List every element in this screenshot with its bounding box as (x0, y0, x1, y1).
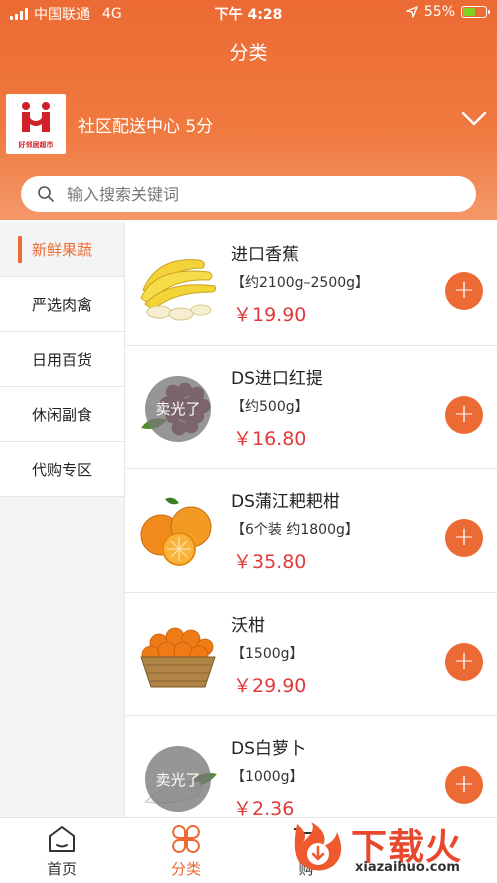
sold-out-badge: 卖光了 (145, 375, 211, 442)
product-spec: 【6个装 约1800g】 (231, 522, 359, 538)
product-name: DS进口红提 (231, 368, 323, 389)
product-item[interactable]: 卖光了 DS白萝卜 【1000g】 ￥2.36 + (125, 716, 497, 817)
flame-logo-icon (294, 822, 342, 871)
status-bar: 中国联通 4G 下午 4:28 55% (0, 0, 497, 24)
sidebar-item-purchasing[interactable]: 代购专区 (0, 442, 124, 497)
product-name: 进口香蕉 (231, 245, 299, 265)
sold-out-badge: 卖光了 (145, 746, 211, 812)
add-to-cart-button[interactable]: + (445, 766, 483, 804)
product-price: ￥16.80 (233, 427, 307, 450)
location-arrow-icon (406, 6, 418, 18)
add-to-cart-button[interactable]: + (445, 642, 483, 681)
category-sidebar: 新鲜果蔬 严选肉禽 日用百货 休闲副食 代购专区 (0, 222, 125, 817)
search-icon (38, 186, 54, 202)
header: 中国联通 4G 下午 4:28 55% 分类 好邻居超市 社区配送中心 5分 (0, 0, 497, 220)
sidebar-item-meat-poultry[interactable]: 严选肉禽 (0, 277, 124, 332)
page-title: 分类 (229, 42, 268, 64)
sidebar-item-label: 休闲副食 (31, 405, 92, 424)
product-spec: 【1500g】 (231, 645, 304, 662)
battery-icon (461, 6, 490, 18)
sidebar-item-label: 新鲜果蔬 (31, 240, 92, 259)
tab-home[interactable]: 首页 (22, 824, 102, 879)
product-item[interactable]: 卖光了 DS进口红提 【约500g】 ￥16.80 + (125, 346, 497, 469)
product-price: ￥35.80 (233, 551, 307, 573)
product-spec: 【约2100g–2500g】 (231, 275, 370, 291)
watermark: 下载火 xiazaihuo.com (289, 818, 489, 880)
banana-image (140, 259, 216, 321)
sidebar-item-label: 严选肉禽 (31, 295, 92, 314)
product-price: ￥2.36 (233, 798, 295, 817)
product-name: 沃柑 (231, 615, 265, 636)
product-list[interactable]: 进口香蕉 【约2100g–2500g】 ￥19.90 + 卖光了 DS进口红提 … (125, 222, 497, 817)
mandarin-basket-image (140, 627, 216, 687)
search-input[interactable] (67, 176, 457, 212)
store-logo: 好邻居超市 (6, 94, 66, 154)
product-spec: 【约500g】 (231, 398, 309, 415)
tab-category-label: 分类 (170, 860, 201, 878)
tab-category[interactable]: 分类 (146, 824, 226, 879)
orange-image (140, 497, 212, 566)
product-item[interactable]: DS蒲江耙耙柑 【6个装 约1800g】 ￥35.80 + (125, 469, 497, 593)
product-price: ￥19.90 (233, 304, 307, 326)
product-name: DS白萝卜 (231, 739, 306, 759)
tab-home-label: 首页 (46, 860, 77, 878)
sidebar-item-snacks[interactable]: 休闲副食 (0, 387, 124, 442)
product-item[interactable]: 进口香蕉 【约2100g–2500g】 ￥19.90 + (125, 222, 497, 346)
sidebar-item-label: 日用百货 (31, 350, 92, 369)
product-spec: 【1000g】 (231, 769, 304, 785)
sidebar-item-fresh-produce[interactable]: 新鲜果蔬 (0, 222, 124, 277)
search-bar[interactable] (21, 176, 476, 212)
product-name: DS蒲江耙耙柑 (231, 492, 340, 512)
battery-percent: 55% (423, 4, 455, 20)
sidebar-item-label: 代购专区 (31, 460, 92, 479)
home-icon (49, 826, 75, 852)
add-to-cart-button[interactable]: + (445, 272, 483, 310)
store-selector[interactable]: 好邻居超市 社区配送中心 5分 (6, 94, 491, 154)
sidebar-item-daily-goods[interactable]: 日用百货 (0, 332, 124, 387)
product-price: ￥29.90 (233, 674, 307, 697)
store-logo-text: 好邻居超市 (18, 141, 54, 149)
add-to-cart-button[interactable]: + (445, 395, 483, 434)
chevron-down-icon[interactable] (461, 110, 487, 128)
store-name: 社区配送中心 5分 (78, 117, 214, 137)
watermark-url: xiazaihuo.com (355, 860, 460, 875)
category-icon (172, 825, 200, 853)
product-item[interactable]: 沃柑 【1500g】 ￥29.90 + (125, 593, 497, 716)
add-to-cart-button[interactable]: + (445, 519, 483, 557)
store-logo-mark (22, 102, 50, 132)
